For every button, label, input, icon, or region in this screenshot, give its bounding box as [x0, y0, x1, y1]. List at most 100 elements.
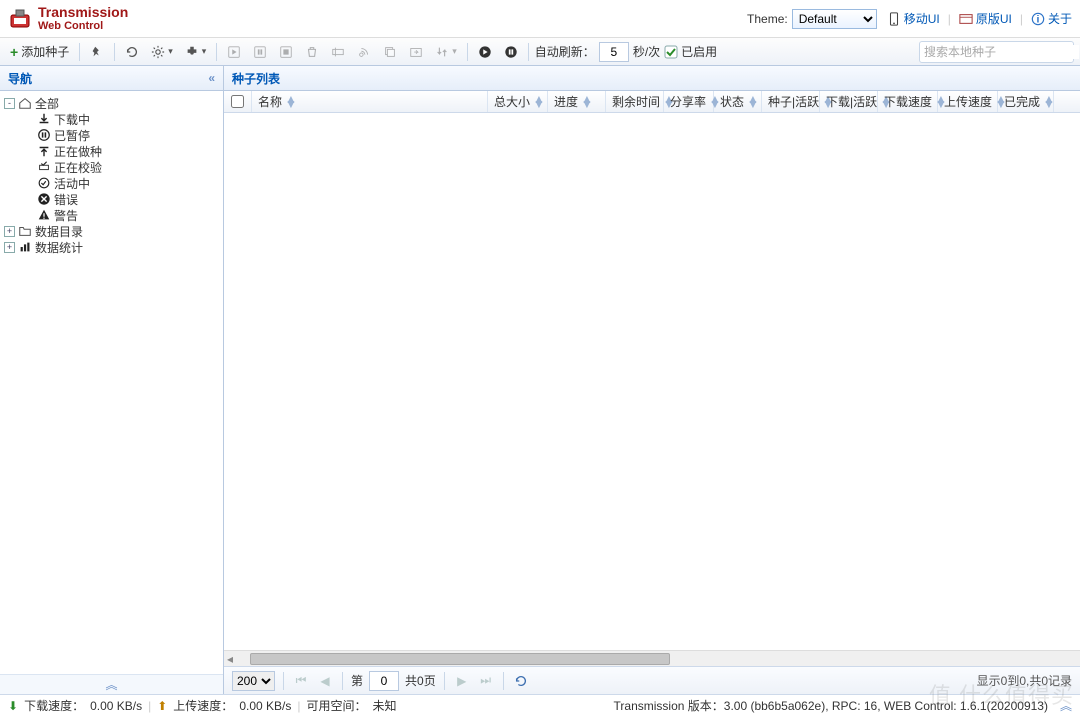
column-seeds[interactable]: 种子|活跃▲▼ — [762, 91, 820, 112]
column-done[interactable]: 已完成▲▼ — [998, 91, 1054, 112]
app-logo-icon — [8, 7, 32, 31]
page-number-input[interactable] — [369, 671, 399, 691]
column-label: 已完成 — [1004, 93, 1040, 110]
pause-button[interactable] — [249, 41, 271, 63]
tree-spacer — [20, 178, 34, 189]
tree-item-stats[interactable]: + 数据统计 — [2, 239, 221, 255]
page-size-select[interactable]: 200 — [232, 671, 275, 691]
copy-button[interactable] — [379, 41, 401, 63]
column-label: 进度 — [554, 93, 578, 110]
tree-item-label: 正在做种 — [54, 143, 102, 160]
column-eta[interactable]: 剩余时间▲▼ — [606, 91, 664, 112]
tree-item-error[interactable]: 错误 — [2, 191, 221, 207]
original-ui-link[interactable]: 原版UI — [959, 10, 1012, 27]
tree-item-folder[interactable]: +数据目录 — [2, 223, 221, 239]
column-label: 总大小 — [494, 93, 530, 110]
start-all-button[interactable] — [474, 41, 496, 63]
pager-refresh-button[interactable] — [512, 672, 530, 690]
move-button[interactable] — [405, 41, 427, 63]
auto-refresh-label: 自动刷新： — [535, 43, 595, 60]
trackers-button[interactable] — [353, 41, 375, 63]
tree-item-label: 正在校验 — [54, 159, 102, 176]
nav-header: 导航 « — [0, 66, 223, 91]
tree-spacer — [20, 130, 34, 141]
refresh-unit-label: 秒/次 — [633, 43, 660, 60]
status-collapse-icon[interactable]: ︽ — [1060, 697, 1072, 714]
collapse-icon[interactable]: - — [4, 98, 15, 109]
search-input[interactable] — [924, 45, 1079, 59]
refresh-enabled-toggle[interactable]: 已启用 — [664, 43, 717, 60]
column-label: 分享率 — [670, 93, 706, 110]
column-ratio[interactable]: 分享率▲▼ — [664, 91, 714, 112]
theme-select[interactable]: Default — [792, 9, 877, 29]
sort-icon: ▲▼ — [1043, 97, 1055, 107]
about-link[interactable]: i 关于 — [1031, 10, 1072, 27]
verify-button[interactable] — [275, 41, 297, 63]
column-label: 名称 — [258, 93, 282, 110]
first-page-button[interactable]: ⏮ — [292, 672, 310, 690]
plugins-button[interactable]: ▾ — [181, 41, 211, 63]
nav-tree: -全部下载中已暂停正在做种正在校验活动中错误警告+数据目录+数据统计 — [0, 91, 223, 674]
column-dlspeed[interactable]: 下载速度▲▼ — [878, 91, 938, 112]
warning-icon — [37, 208, 51, 222]
dl-speed-label: 下载速度： — [24, 697, 84, 714]
tree-item-warning[interactable]: 警告 — [2, 207, 221, 223]
tree-item-home[interactable]: - 全部 — [2, 95, 221, 111]
column-peers[interactable]: 下载|活跃▲▼ — [820, 91, 878, 112]
column-label: 种子|活跃 — [768, 93, 819, 110]
column-label: 下载|活跃 — [826, 93, 877, 110]
tree-item-download[interactable]: 下载中 — [2, 111, 221, 127]
tree-item-activity[interactable]: 活动中 — [2, 175, 221, 191]
column-chk[interactable] — [224, 91, 252, 112]
grid-header: 名称▲▼总大小▲▼进度▲▼剩余时间▲▼分享率▲▼状态▲▼种子|活跃▲▼下载|活跃… — [224, 91, 1080, 113]
mobile-ui-link[interactable]: 移动UI — [887, 10, 940, 27]
search-box[interactable] — [919, 41, 1074, 63]
column-name[interactable]: 名称▲▼ — [252, 91, 488, 112]
column-progress[interactable]: 进度▲▼ — [548, 91, 606, 112]
home-icon — [18, 96, 32, 110]
tree-item-label: 数据统计 — [35, 239, 83, 256]
tree-spacer — [20, 162, 34, 173]
nav-collapse-up-icon[interactable]: ︽ — [105, 676, 117, 693]
prev-page-button[interactable]: ◀ — [316, 672, 334, 690]
nav-collapse-icon[interactable]: « — [208, 71, 215, 85]
tree-item-upload[interactable]: 正在做种 — [2, 143, 221, 159]
pause-all-button[interactable] — [500, 41, 522, 63]
ul-speed-value: 0.00 KB/s — [239, 699, 291, 713]
next-page-button[interactable]: ▶ — [453, 672, 471, 690]
queue-button[interactable]: ▾ — [431, 41, 461, 63]
tree-item-label: 错误 — [54, 191, 78, 208]
space-value: 未知 — [372, 697, 396, 714]
app-title-block: Transmission Web Control — [38, 5, 128, 32]
pager: 200 ⏮ ◀ 第 共0页 ▶ ⏭ 显示0到0,共0记录 — [224, 666, 1080, 694]
tree-item-label: 活动中 — [54, 175, 90, 192]
tree-item-label: 全部 — [35, 95, 59, 112]
settings-button[interactable]: ▾ — [147, 41, 177, 63]
remove-button[interactable] — [301, 41, 323, 63]
status-bar: ⬇ 下载速度： 0.00 KB/s | ⬆ 上传速度： 0.00 KB/s | … — [0, 694, 1080, 716]
column-ulspeed[interactable]: 上传速度▲▼ — [938, 91, 998, 112]
refresh-interval-input[interactable] — [599, 42, 629, 62]
app-title: Transmission — [38, 5, 128, 20]
select-all-checkbox[interactable] — [231, 95, 244, 108]
app-header: Transmission Web Control Theme: Default … — [0, 0, 1080, 38]
pin-button[interactable] — [86, 41, 108, 63]
column-label: 上传速度 — [944, 93, 992, 110]
start-button[interactable] — [223, 41, 245, 63]
grid-hscroll[interactable]: ◂ — [224, 650, 1080, 666]
last-page-button[interactable]: ⏭ — [477, 672, 495, 690]
ul-speed-label: 上传速度： — [173, 697, 233, 714]
reload-button[interactable] — [121, 41, 143, 63]
svg-text:i: i — [1037, 13, 1040, 25]
upload-icon — [37, 144, 51, 158]
tree-item-verify[interactable]: 正在校验 — [2, 159, 221, 175]
column-status[interactable]: 状态▲▼ — [714, 91, 762, 112]
rename-button[interactable] — [327, 41, 349, 63]
column-size[interactable]: 总大小▲▼ — [488, 91, 548, 112]
expand-icon[interactable]: + — [4, 242, 15, 253]
tree-item-label: 警告 — [54, 207, 78, 224]
expand-icon[interactable]: + — [4, 226, 15, 237]
add-torrent-button[interactable]: + 添加种子 — [6, 41, 73, 63]
tree-item-pause[interactable]: 已暂停 — [2, 127, 221, 143]
grid-body: ◂ — [224, 113, 1080, 666]
